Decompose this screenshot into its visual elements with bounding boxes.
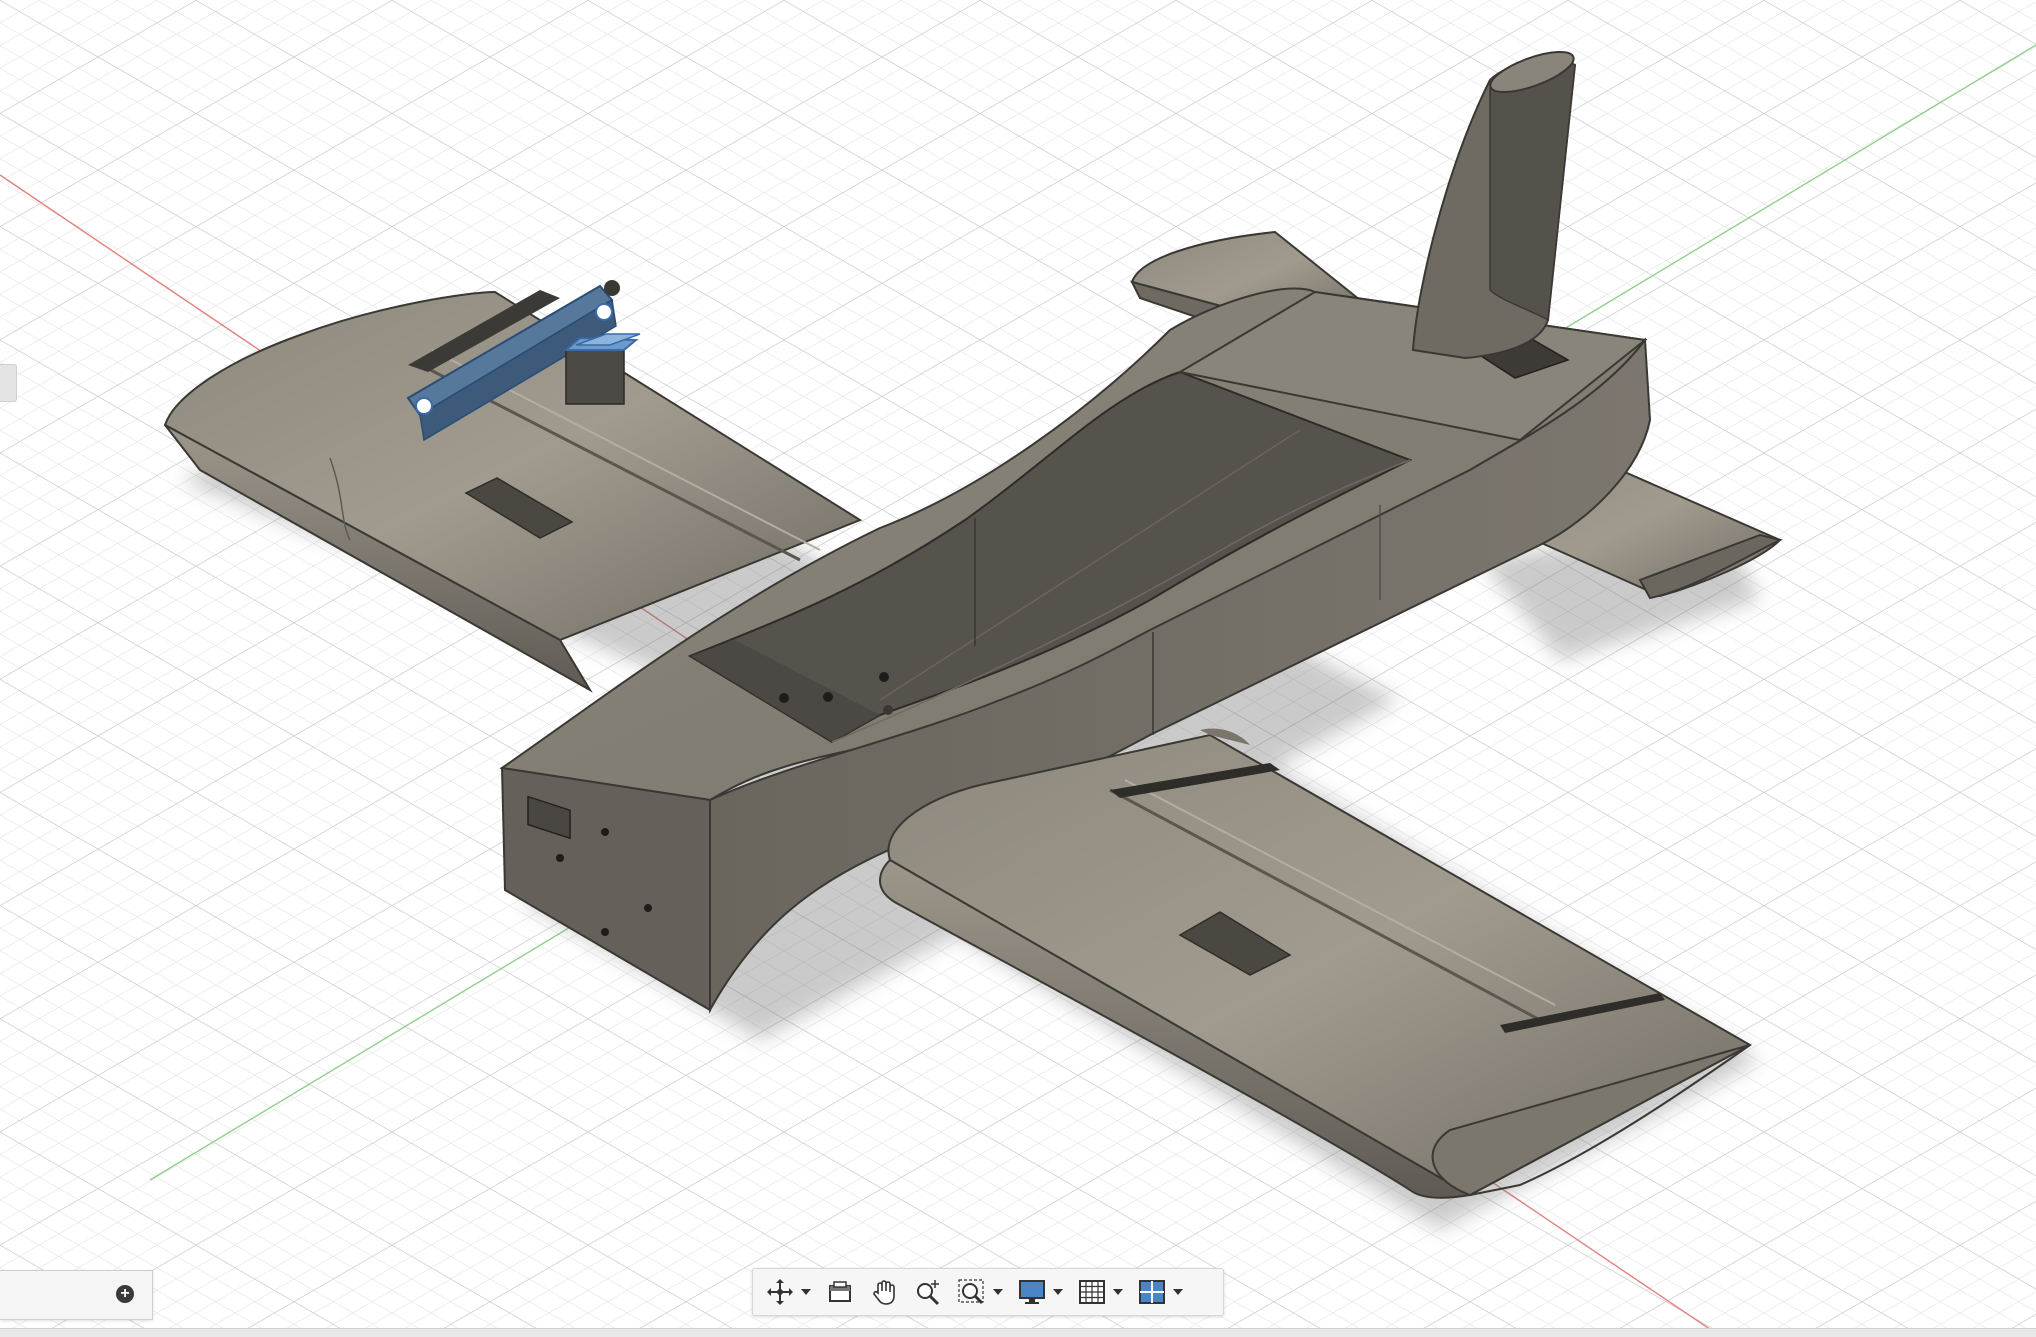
fit-button[interactable] bbox=[953, 1272, 1007, 1312]
zoom-window-icon bbox=[958, 1279, 984, 1305]
viewports-dropdown-icon[interactable] bbox=[1173, 1289, 1183, 1295]
viewports-icon bbox=[1139, 1280, 1165, 1304]
browser-panel-handle[interactable] bbox=[0, 364, 17, 402]
grid-snaps-button[interactable] bbox=[1073, 1272, 1127, 1312]
orbit-icon bbox=[767, 1279, 793, 1305]
orbit-button[interactable] bbox=[761, 1272, 815, 1312]
zoom-button[interactable] bbox=[909, 1272, 947, 1312]
display-settings-button[interactable] bbox=[1013, 1272, 1067, 1312]
look-at-icon bbox=[829, 1281, 851, 1302]
zoom-icon bbox=[917, 1280, 940, 1306]
navigation-toolbar bbox=[752, 1268, 1224, 1316]
3d-canvas-viewport[interactable] bbox=[0, 0, 2036, 1336]
fit-dropdown-icon[interactable] bbox=[993, 1289, 1003, 1295]
pan-button[interactable] bbox=[865, 1272, 903, 1312]
look-at-button[interactable] bbox=[821, 1272, 859, 1312]
grid-icon bbox=[1079, 1280, 1105, 1304]
add-comment-button[interactable]: + bbox=[116, 1285, 134, 1303]
grid-snaps-dropdown-icon[interactable] bbox=[1113, 1289, 1123, 1295]
viewports-button[interactable] bbox=[1133, 1272, 1187, 1312]
display-settings-dropdown-icon[interactable] bbox=[1053, 1289, 1063, 1295]
comments-panel: + bbox=[0, 1270, 153, 1320]
display-monitor-icon bbox=[1019, 1280, 1045, 1304]
pan-hand-icon bbox=[873, 1280, 895, 1305]
orbit-dropdown-icon[interactable] bbox=[801, 1289, 811, 1295]
